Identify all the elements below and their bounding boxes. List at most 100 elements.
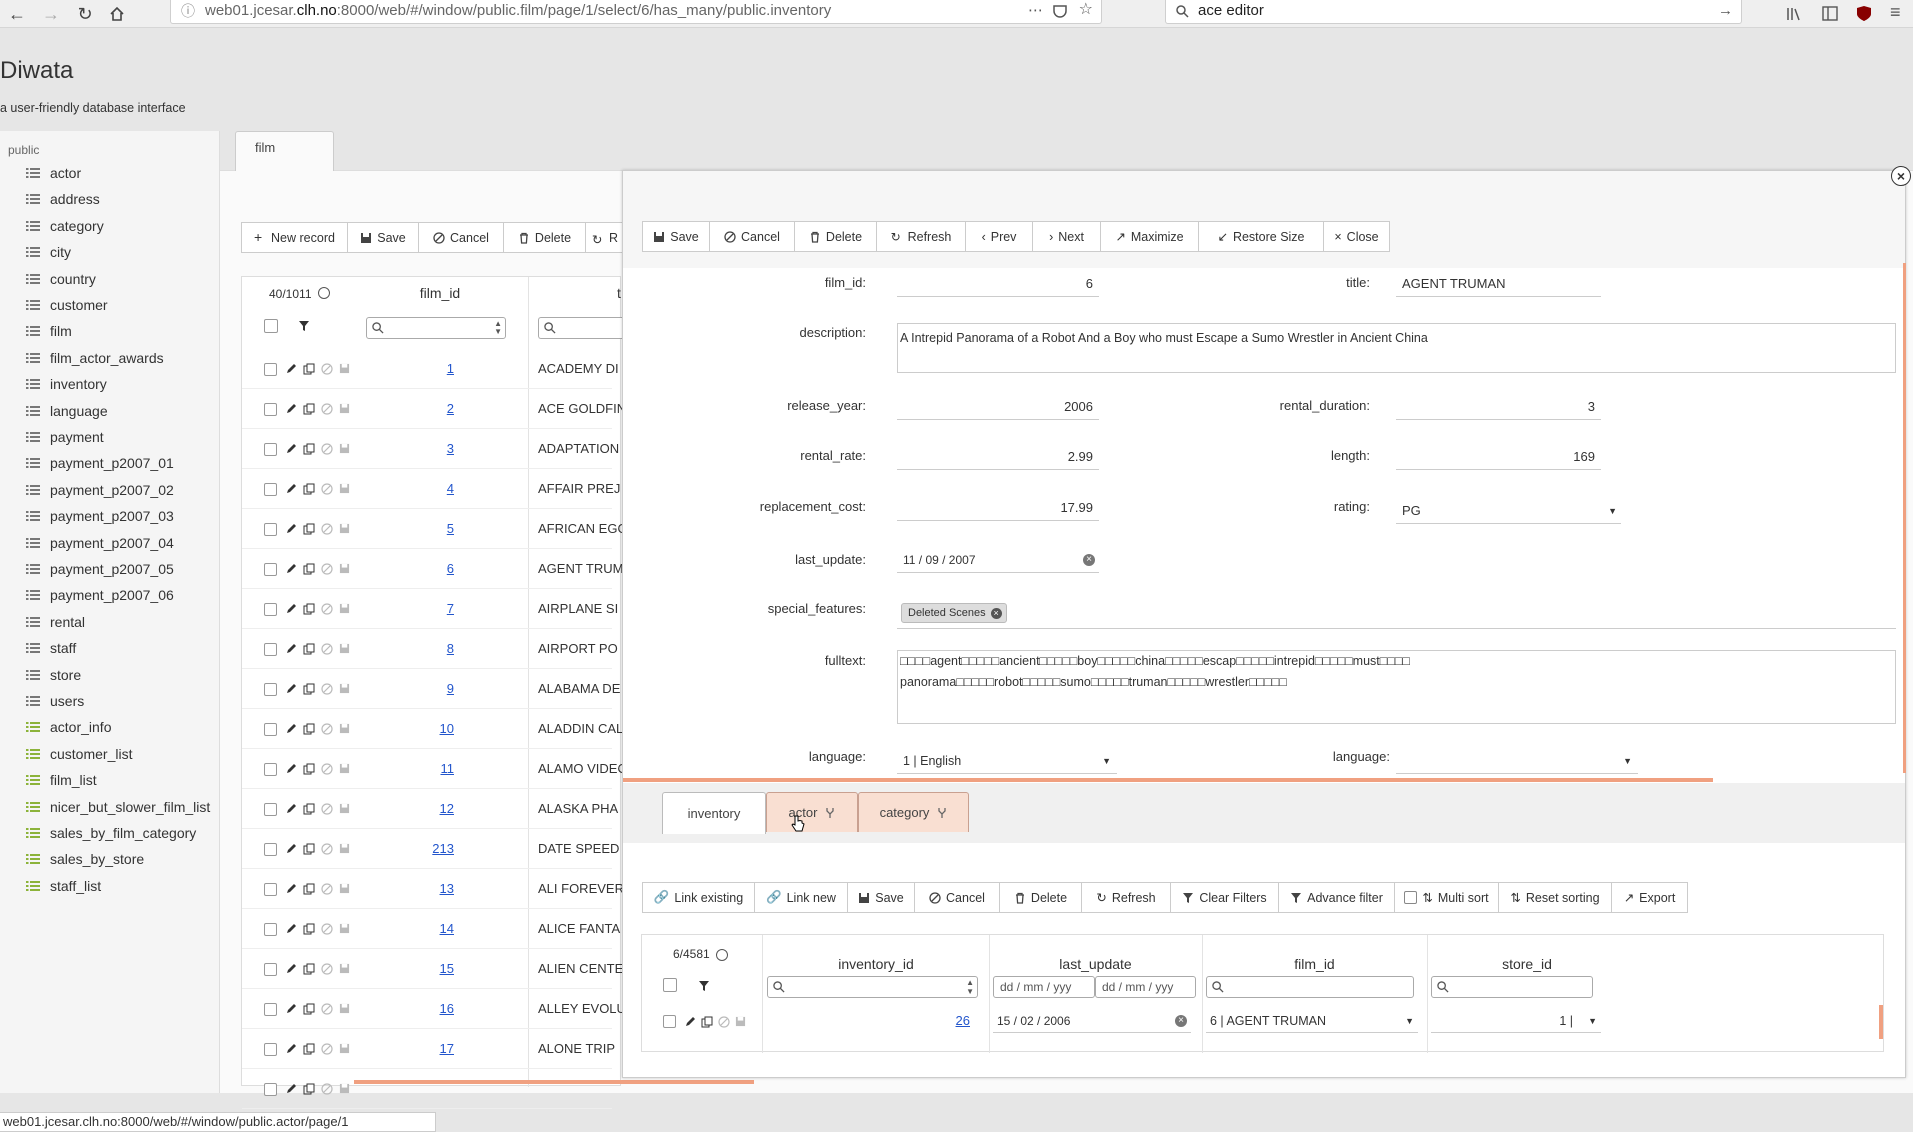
detail-delete-button[interactable]: Delete bbox=[794, 221, 877, 252]
edit-icon[interactable] bbox=[285, 1083, 297, 1095]
forward-icon[interactable]: → bbox=[38, 1, 64, 27]
replacement-cost-field[interactable]: 17.99 bbox=[897, 495, 1099, 521]
sidebar-table-film-actor-awards[interactable]: film_actor_awards bbox=[26, 350, 164, 366]
film-id-link[interactable]: 7 bbox=[318, 601, 454, 616]
fulltext-textarea[interactable]: □□□□agent□□□□□ancient□□□□□boy□□□□□china□… bbox=[897, 650, 1896, 724]
table-row[interactable]: 2 ACE GOLDFIN bbox=[242, 389, 626, 429]
sidebar-table-payment-p2007-04[interactable]: payment_p2007_04 bbox=[26, 535, 174, 551]
edit-icon[interactable] bbox=[285, 483, 297, 495]
col-header-store-id[interactable]: store_id bbox=[1427, 956, 1627, 972]
row-checkbox[interactable] bbox=[264, 603, 277, 616]
tab-film[interactable] bbox=[235, 131, 334, 171]
copy-icon[interactable] bbox=[701, 1016, 713, 1028]
edit-icon[interactable] bbox=[285, 363, 297, 375]
table-row[interactable] bbox=[242, 1069, 612, 1109]
bookmark-star-icon[interactable]: ☆ bbox=[1079, 0, 1093, 21]
save-row-icon[interactable] bbox=[339, 1083, 350, 1094]
edit-icon[interactable] bbox=[285, 963, 297, 975]
sidebar-toggle-icon[interactable] bbox=[1822, 6, 1838, 21]
copy-icon[interactable] bbox=[303, 883, 315, 895]
sidebar-table-payment-p2007-01[interactable]: payment_p2007_01 bbox=[26, 455, 174, 471]
tab-actor[interactable]: actor bbox=[766, 792, 858, 832]
table-row[interactable]: 15 ALIEN CENTE bbox=[242, 949, 623, 989]
film-id-link[interactable]: 13 bbox=[318, 881, 454, 896]
row-checkbox[interactable] bbox=[264, 363, 277, 376]
maximize-button[interactable]: ↗ Maximize bbox=[1100, 221, 1199, 252]
last-update-to-filter[interactable]: dd / mm / yyy bbox=[1095, 976, 1196, 998]
table-row[interactable]: 1 ACADEMY DI bbox=[242, 349, 619, 389]
detail-save-button[interactable]: Save bbox=[642, 221, 710, 252]
cancel-row-icon[interactable] bbox=[718, 1016, 730, 1028]
detail-scrollbar[interactable] bbox=[1903, 263, 1906, 773]
copy-icon[interactable] bbox=[303, 403, 315, 415]
inventory-id-link[interactable]: 26 bbox=[768, 1013, 978, 1028]
row-checkbox[interactable] bbox=[264, 443, 277, 456]
row-checkbox[interactable] bbox=[264, 483, 277, 496]
copy-icon[interactable] bbox=[303, 443, 315, 455]
table-row[interactable]: 6 AGENT TRUM bbox=[242, 549, 623, 589]
row-checkbox[interactable] bbox=[264, 763, 277, 776]
film-id-link[interactable]: 12 bbox=[318, 801, 454, 816]
film-id-link[interactable]: 14 bbox=[318, 921, 454, 936]
copy-icon[interactable] bbox=[303, 483, 315, 495]
search-bar[interactable]: ace editor → bbox=[1165, 0, 1742, 24]
restore-size-button[interactable]: ↙ Restore Size bbox=[1198, 221, 1324, 252]
sidebar-table-address[interactable]: address bbox=[26, 191, 100, 207]
copy-icon[interactable] bbox=[303, 523, 315, 535]
length-field[interactable]: 169 bbox=[1396, 444, 1601, 470]
close-modal-icon[interactable]: × bbox=[1891, 166, 1911, 186]
table-row[interactable]: 3 ADAPTATION bbox=[242, 429, 619, 469]
edit-icon[interactable] bbox=[285, 1003, 297, 1015]
multi-sort-toggle[interactable]: ⇅ Multi sort bbox=[1394, 882, 1499, 913]
edit-icon[interactable] bbox=[285, 643, 297, 655]
film-id-filter[interactable] bbox=[1206, 976, 1414, 998]
film-id-link[interactable]: 17 bbox=[318, 1041, 454, 1056]
row-checkbox[interactable] bbox=[264, 883, 277, 896]
edit-icon[interactable] bbox=[285, 563, 297, 575]
edit-icon[interactable] bbox=[285, 843, 297, 855]
copy-icon[interactable] bbox=[303, 363, 315, 375]
col-header-title[interactable]: t bbox=[617, 285, 621, 301]
inventory-id-filter[interactable]: ▲ ▼ bbox=[767, 976, 978, 998]
edit-icon[interactable] bbox=[285, 683, 297, 695]
film-id-link[interactable]: 3 bbox=[318, 441, 454, 456]
last-update-from-filter[interactable]: dd / mm / yyy bbox=[993, 976, 1095, 998]
table-row[interactable]: 9 ALABAMA DE bbox=[242, 669, 620, 709]
film-id-link[interactable]: 8 bbox=[318, 641, 454, 656]
reload-icon[interactable]: ↻ bbox=[72, 1, 98, 27]
link-new-button[interactable]: 🔗 Link new bbox=[754, 882, 848, 913]
sidebar-view-staff-list[interactable]: staff_list bbox=[26, 878, 101, 894]
copy-icon[interactable] bbox=[303, 563, 315, 575]
copy-icon[interactable] bbox=[303, 1083, 315, 1095]
table-row[interactable]: 13 ALI FOREVER bbox=[242, 869, 624, 909]
edit-icon[interactable] bbox=[285, 403, 297, 415]
new-record-button[interactable]: + New record bbox=[241, 222, 348, 253]
export-button[interactable]: ↗ Export bbox=[1611, 882, 1688, 913]
copy-icon[interactable] bbox=[303, 843, 315, 855]
sidebar-table-payment-p2007-03[interactable]: payment_p2007_03 bbox=[26, 508, 174, 524]
col-header-last-update[interactable]: last_update bbox=[989, 956, 1202, 972]
film-id-link[interactable]: 6 bbox=[318, 561, 454, 576]
row-checkbox[interactable] bbox=[264, 403, 277, 416]
row-checkbox[interactable] bbox=[264, 1083, 277, 1096]
store-id-filter[interactable] bbox=[1431, 976, 1593, 998]
save-button[interactable]: Save bbox=[347, 222, 419, 253]
table-row[interactable]: 5 AFRICAN EGG bbox=[242, 509, 628, 549]
sidebar-table-actor[interactable]: actor bbox=[26, 165, 81, 181]
copy-icon[interactable] bbox=[303, 723, 315, 735]
col-header-film-id[interactable]: film_id bbox=[1202, 956, 1427, 972]
col-header-inventory-id[interactable]: inventory_id bbox=[762, 956, 990, 972]
table-row[interactable]: 10 ALADDIN CAL bbox=[242, 709, 623, 749]
detail-cancel-button[interactable]: Cancel bbox=[709, 221, 795, 252]
row-checkbox[interactable] bbox=[663, 1015, 676, 1028]
copy-icon[interactable] bbox=[303, 1043, 315, 1055]
clear-date-icon[interactable]: × bbox=[1175, 1015, 1187, 1027]
edit-icon[interactable] bbox=[285, 443, 297, 455]
prev-button[interactable]: ‹ Prev bbox=[965, 221, 1033, 252]
title-field[interactable]: AGENT TRUMAN bbox=[1396, 271, 1601, 297]
edit-icon[interactable] bbox=[285, 523, 297, 535]
pocket-icon[interactable] bbox=[1053, 4, 1067, 18]
row-checkbox[interactable] bbox=[264, 523, 277, 536]
sub-select-all-checkbox[interactable] bbox=[663, 978, 677, 992]
home-icon[interactable] bbox=[104, 1, 130, 27]
